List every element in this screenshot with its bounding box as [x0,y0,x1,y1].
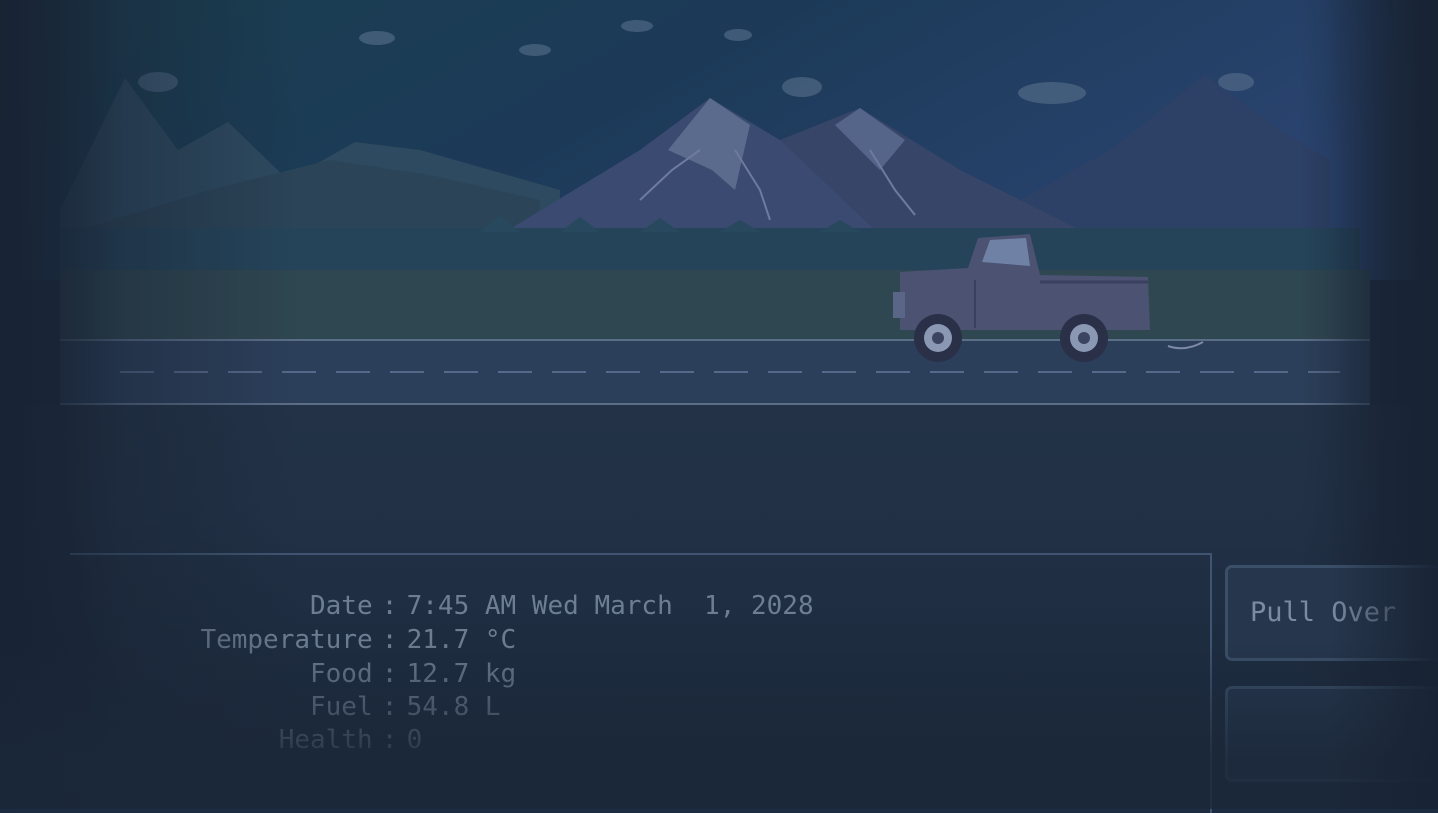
stat-separator: : [381,725,398,755]
stat-label: Health [278,725,373,755]
stat-value: 0 [406,725,423,755]
stat-row-health: Health:0 [70,691,423,755]
pull-over-button[interactable]: Pull Over [1225,565,1438,661]
stat-row-fuel: Fuel:54.8 L [70,658,501,722]
grass [60,270,1370,340]
stat-row-temperature: Temperature:21.7 °C [70,591,516,655]
stat-row-date: Date:7:45 AM Wed March 1, 2028 [70,557,814,621]
stats-panel: Date:7:45 AM Wed March 1, 2028 Temperatu… [70,553,1212,813]
stat-row-food: Food:12.7 kg [70,625,516,689]
secondary-button[interactable] [1225,686,1438,782]
treeline [60,228,1360,272]
